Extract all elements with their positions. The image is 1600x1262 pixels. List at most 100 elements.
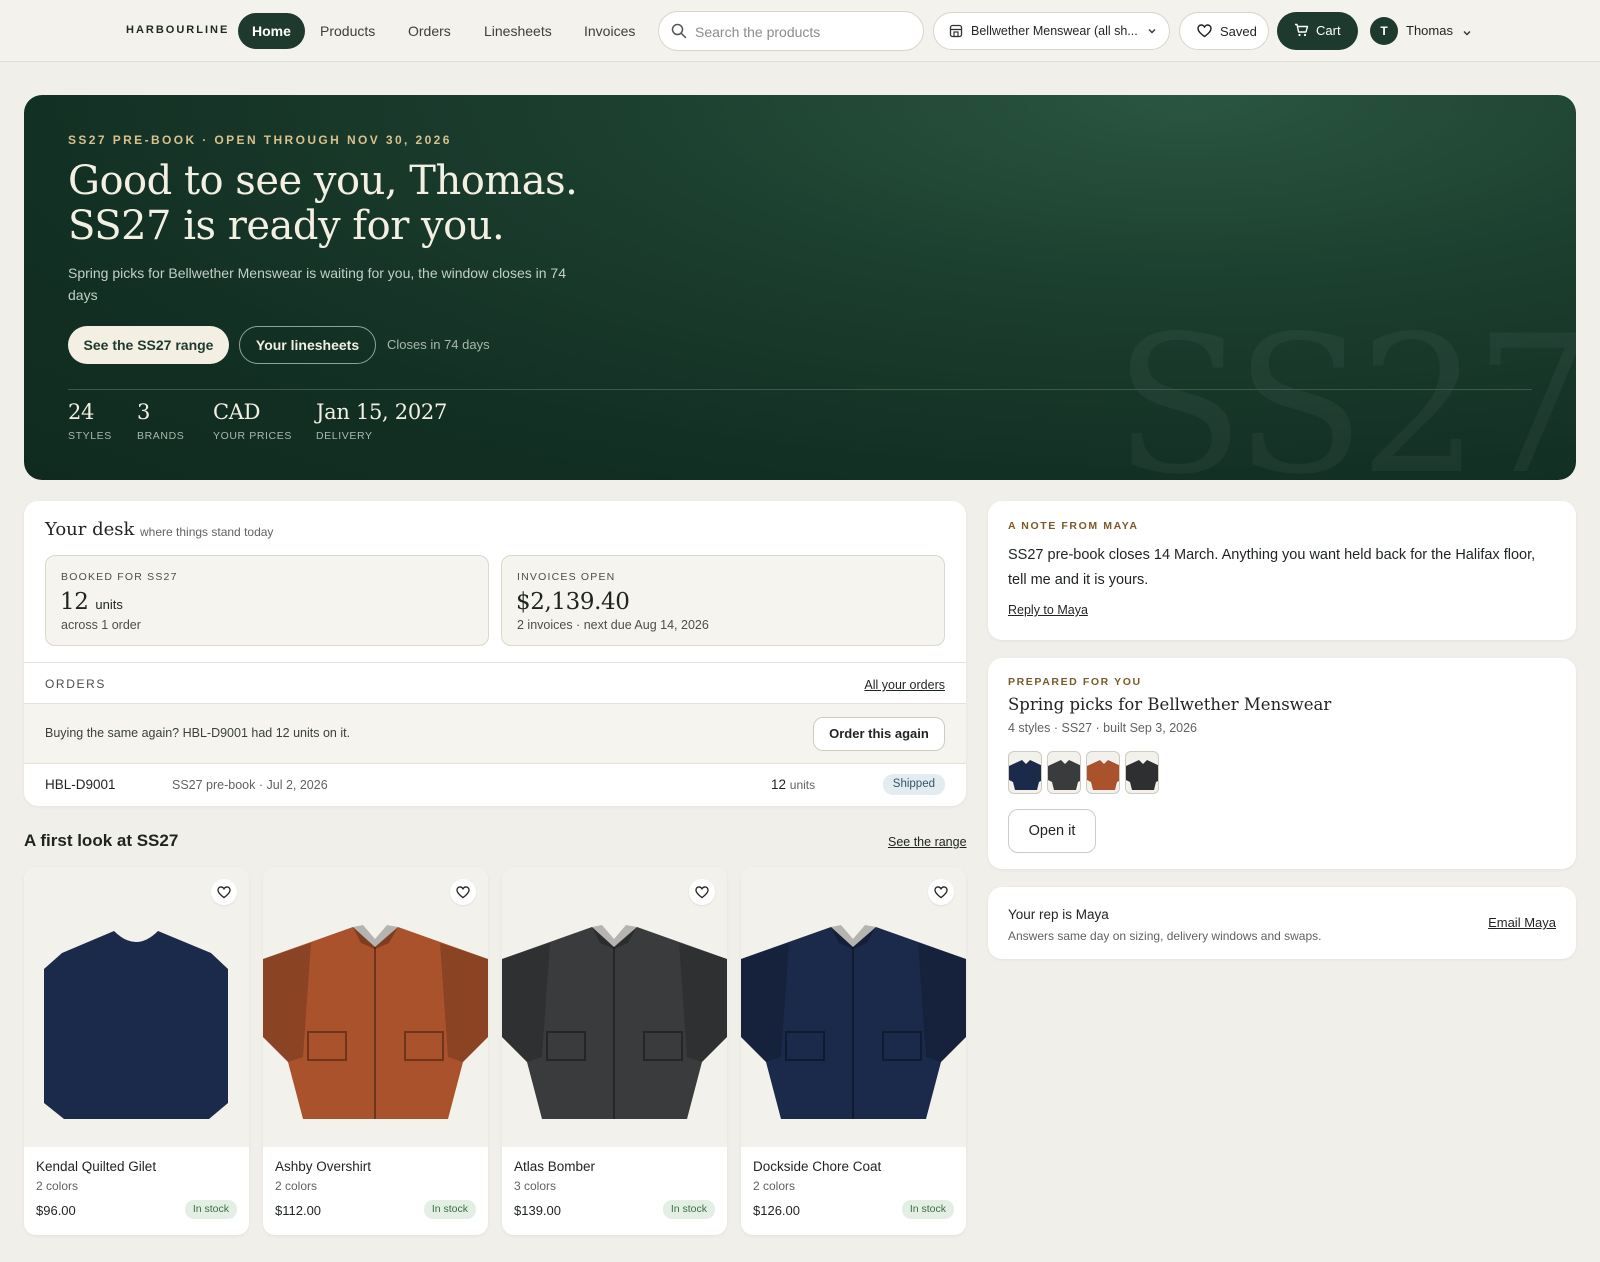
stat-label: YOUR PRICES [213,430,292,442]
order-meta: SS27 pre-book · Jul 2, 2026 [172,778,328,792]
stock-badge: In stock [184,1200,237,1219]
prepared-title: Spring picks for Bellwether Menswear [1008,695,1332,714]
product-name[interactable]: Dockside Chore Coat [753,1159,881,1174]
stat-value: CAD [213,400,261,424]
order-units-label: units [789,778,816,792]
user-name[interactable]: Thomas [1406,23,1453,38]
product-image[interactable] [502,867,727,1147]
order-units-number: 12 [771,777,787,792]
hero-eyebrow: SS27 PRE-BOOK · OPEN THROUGH NOV 30, 202… [68,133,452,147]
stat-delivery: Jan 15, 2027 DELIVERY [316,400,447,442]
reply-link[interactable]: Reply to Maya [1008,603,1088,617]
open-linesheet-button[interactable]: Open it [1008,809,1096,853]
avatar[interactable]: T [1370,17,1398,45]
stat-styles: 24 STYLES [68,400,112,442]
stat-value: Jan 15, 2027 [316,400,448,424]
product-colors: 2 colors [36,1179,79,1193]
hero-headline-line-1: Good to see you, Thomas. [68,158,578,204]
order-units: 12 units [771,777,815,792]
stat-label: DELIVERY [316,430,373,442]
hero-banner: SS27 SS27 PRE-BOOK · OPEN THROUGH NOV 30… [24,95,1576,480]
see-range-link[interactable]: See the range [888,835,967,849]
desk-card: Your desk where things stand today BOOKE… [24,501,966,806]
hero-headline-line-2: SS27 is ready for you. [68,203,505,249]
nav-products[interactable]: Products [306,13,389,49]
search-icon [671,23,687,44]
chevron-down-icon[interactable] [1462,25,1472,43]
order-again-button[interactable]: Order this again [813,717,945,751]
hero-divider [68,389,1532,390]
save-heart-button[interactable] [211,879,237,905]
status-badge: Shipped [882,774,945,795]
all-orders-link[interactable]: All your orders [864,678,945,692]
heart-icon [1197,24,1212,41]
cart-icon [1294,23,1309,40]
product-name[interactable]: Kendal Quilted Gilet [36,1159,156,1174]
booked-tile[interactable]: BOOKED FOR SS27 12 units across 1 order [45,555,489,646]
stock-badge: In stock [901,1200,954,1219]
desk-title: Your desk [45,519,135,540]
closes-text: Closes in 74 days [387,337,490,352]
style-swatch[interactable] [1125,751,1159,794]
product-colors: 2 colors [753,1179,796,1193]
heart-icon [695,886,709,899]
order-id[interactable]: HBL-D9001 [45,777,116,792]
rep-title: Your rep is Maya [1008,907,1109,922]
booked-unit: units [95,597,123,612]
save-heart-button[interactable] [928,879,954,905]
heart-icon [217,886,231,899]
linesheets-button[interactable]: Your linesheets [239,326,376,364]
chevron-down-icon [1147,25,1157,39]
product-name[interactable]: Atlas Bomber [514,1159,595,1174]
nav-home[interactable]: Home [238,13,305,49]
product-card[interactable]: Atlas Bomber 3 colors $139.00 In stock [502,867,727,1235]
product-name[interactable]: Ashby Overshirt [275,1159,371,1174]
cart-button[interactable]: Cart [1277,12,1358,50]
prepared-card: PREPARED FOR YOU Spring picks for Bellwe… [988,658,1576,869]
stat-brands: 3 BRANDS [137,400,184,442]
hero-headline: Good to see you, Thomas. SS27 is ready f… [68,159,708,249]
cart-label: Cart [1316,23,1341,38]
style-swatch[interactable] [1008,751,1042,794]
reorder-text: Buying the same again? HBL-D9001 had 12 … [45,726,351,740]
product-image[interactable] [263,867,488,1147]
product-card[interactable]: Kendal Quilted Gilet 2 colors $96.00 In sto… [24,867,249,1235]
brand-logo[interactable]: HARBOURLINE [126,24,229,36]
note-body: SS27 pre-book closes 14 March. Anything … [1008,547,1536,588]
product-image[interactable] [741,867,966,1147]
product-price: $139.00 [514,1203,561,1218]
booked-note: across 1 order [61,618,141,632]
nav-orders[interactable]: Orders [394,13,465,49]
prepared-eyebrow: PREPARED FOR YOU [1008,676,1142,688]
store-selector[interactable]: Bellwether Menswear (all sh... [933,12,1170,50]
invoices-value: $2,139.40 [516,589,630,615]
style-swatch[interactable] [1047,751,1081,794]
order-row[interactable]: HBL-D9001 SS27 pre-book · Jul 2, 2026 12… [24,763,966,806]
orders-heading: ORDERS [45,677,106,691]
style-swatch[interactable] [1086,751,1120,794]
first-look-title: A first look at SS27 [24,831,179,850]
nav-linesheets[interactable]: Linesheets [470,13,566,49]
email-rep-link[interactable]: Email Maya [1488,915,1556,930]
product-card[interactable]: Ashby Overshirt 2 colors $112.00 In stock [263,867,488,1235]
booked-label: BOOKED FOR SS27 [61,571,178,583]
search-input[interactable] [695,21,915,43]
see-range-button[interactable]: See the SS27 range [68,326,229,364]
save-heart-button[interactable] [689,879,715,905]
booked-number: 12 [60,589,89,615]
save-heart-button[interactable] [450,879,476,905]
stat-prices: CAD YOUR PRICES [213,400,292,442]
product-image[interactable] [24,867,249,1147]
hero-watermark: SS27 [1114,295,1576,480]
stat-value: 3 [137,400,151,424]
stat-label: BRANDS [137,430,185,442]
saved-button[interactable]: Saved [1179,12,1269,50]
stat-label: STYLES [68,430,112,442]
product-card[interactable]: Dockside Chore Coat 2 colors $126.00 In sto… [741,867,966,1235]
maya-note-card: A NOTE FROM MAYA SS27 pre-book closes 14… [988,501,1576,640]
product-price: $126.00 [753,1203,800,1218]
nav-invoices[interactable]: Invoices [570,13,649,49]
hero-subtitle: Spring picks for Bellwether Menswear is … [68,265,567,303]
product-price: $96.00 [36,1203,76,1218]
invoices-tile[interactable]: INVOICES OPEN $2,139.40 2 invoices · nex… [501,555,945,646]
